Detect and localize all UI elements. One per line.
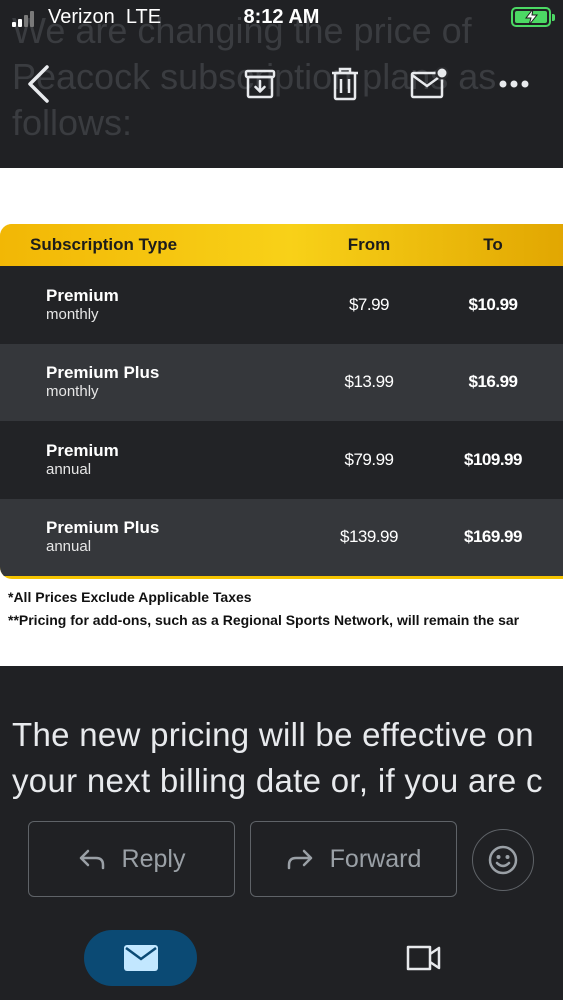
smiley-icon: [488, 845, 518, 875]
plan-name: Premium: [46, 440, 119, 460]
mark-unread-icon[interactable]: [409, 64, 449, 104]
reply-button[interactable]: Reply: [28, 821, 235, 897]
archive-icon[interactable]: [240, 64, 280, 104]
forward-button[interactable]: Forward: [250, 821, 457, 897]
table-header: Subscription Type From To: [0, 224, 563, 266]
status-time: 8:12 AM: [243, 6, 320, 28]
footnote-taxes: *All Prices Exclude Applicable Taxes: [8, 589, 252, 605]
email-toolbar: [0, 36, 563, 132]
reply-label: Reply: [121, 844, 186, 873]
body-line: your next billing date or, if you are c: [12, 762, 543, 799]
reply-arrow-icon: [79, 849, 104, 870]
plan-period: monthly: [46, 383, 99, 401]
mail-tab[interactable]: [84, 930, 197, 986]
back-arrow-icon[interactable]: [18, 64, 58, 104]
table-row: Premium annual $79.99 $109.99: [0, 421, 563, 499]
react-emoji-button[interactable]: [472, 829, 534, 891]
price-from: $13.99: [344, 372, 395, 392]
plan-period: annual: [46, 538, 92, 556]
status-bar: Verizon LTE 8:12 AM: [0, 0, 563, 36]
mail-icon: [123, 945, 158, 971]
table-row: Premium Plus monthly $13.99 $16.99: [0, 343, 563, 421]
header-subscription-type: Subscription Type: [30, 235, 178, 254]
bottom-navigation: [0, 920, 563, 1000]
price-to: $10.99: [468, 294, 519, 314]
pricing-table: Subscription Type From To Premium monthly…: [0, 224, 563, 579]
battery-charging-icon: [511, 7, 555, 27]
plan-name: Premium: [46, 285, 119, 305]
email-body: The new pricing will be effective on you…: [12, 712, 563, 804]
email-screen: We are changing the price of Peacock sub…: [0, 0, 563, 1000]
header-to: To: [483, 235, 503, 254]
trash-icon[interactable]: [325, 64, 365, 104]
table-row: Premium Plus annual $139.99 $169.99: [0, 498, 563, 576]
price-from: $79.99: [344, 449, 395, 469]
price-from: $139.99: [340, 527, 398, 547]
footnote-add-ons: **Pricing for add-ons, such as a Regiona…: [8, 612, 520, 628]
table-row: Premium monthly $7.99 $10.99: [0, 266, 563, 344]
price-to: $169.99: [464, 527, 522, 547]
plan-period: annual: [46, 460, 92, 478]
plan-name: Premium Plus: [46, 518, 160, 538]
more-icon[interactable]: [494, 64, 534, 104]
forward-label: Forward: [329, 844, 422, 873]
header-from: From: [347, 235, 391, 254]
plan-period: monthly: [46, 305, 99, 323]
plan-name: Premium Plus: [46, 363, 160, 383]
price-from: $7.99: [348, 294, 390, 314]
video-camera-icon: [406, 945, 441, 971]
price-to: $109.99: [464, 449, 522, 469]
body-line: The new pricing will be effective on: [12, 716, 534, 753]
pricing-image: Subscription Type From To Premium monthly…: [0, 168, 563, 666]
meet-tab[interactable]: [403, 940, 443, 976]
forward-arrow-icon: [287, 849, 312, 870]
price-to: $16.99: [468, 372, 519, 392]
